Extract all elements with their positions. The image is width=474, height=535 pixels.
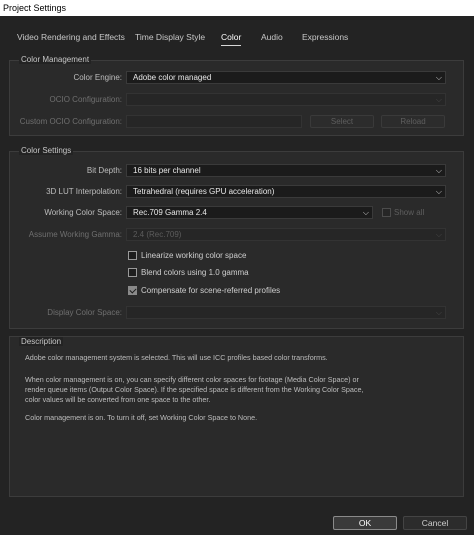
window-title: Project Settings (0, 0, 474, 16)
tab-expressions[interactable]: Expressions (302, 32, 348, 42)
select-button[interactable]: Select (310, 115, 374, 128)
chevron-down-icon: ⌵ (362, 208, 369, 217)
compensate-checkbox[interactable] (128, 286, 137, 295)
active-tab-indicator (221, 45, 241, 46)
color-engine-value: Adobe color managed (133, 73, 212, 82)
reload-button[interactable]: Reload (381, 115, 445, 128)
blend-gamma-checkbox[interactable] (128, 268, 137, 277)
description-line-1: Adobe color management system is selecte… (25, 353, 328, 362)
lut-interpolation-label: 3D LUT Interpolation: (46, 187, 122, 196)
color-management-title: Color Management (19, 55, 92, 64)
blend-gamma-label: Blend colors using 1.0 gamma (141, 268, 249, 277)
bit-depth-label: Bit Depth: (86, 166, 122, 175)
lut-interpolation-select[interactable]: Tetrahedral (requires GPU acceleration) … (126, 185, 446, 198)
display-color-space-select[interactable]: ⌵ (126, 306, 446, 319)
color-engine-label: Color Engine: (73, 73, 122, 82)
tab-color[interactable]: Color (221, 32, 241, 42)
tab-time-display-style[interactable]: Time Display Style (135, 32, 205, 42)
description-line-3: render queue items (Output Color Space).… (25, 385, 364, 394)
description-line-4: color values will be converted from one … (25, 395, 211, 404)
show-all-checkbox[interactable] (382, 208, 391, 217)
bit-depth-select[interactable]: 16 bits per channel ⌵ (126, 164, 446, 177)
assume-working-gamma-value: 2.4 (Rec.709) (133, 230, 182, 239)
color-engine-select[interactable]: Adobe color managed ⌵ (126, 71, 446, 84)
custom-ocio-label: Custom OCIO Configuration: (19, 117, 122, 126)
tab-video-rendering[interactable]: Video Rendering and Effects (17, 32, 125, 42)
show-all-label: Show all (394, 208, 425, 217)
chevron-down-icon: ⌵ (435, 166, 442, 175)
description-line-2: When color management is on, you can spe… (25, 375, 359, 384)
ok-button[interactable]: OK (333, 516, 397, 530)
custom-ocio-field[interactable] (126, 115, 302, 128)
working-color-space-value: Rec.709 Gamma 2.4 (133, 208, 207, 217)
display-color-space-label: Display Color Space: (47, 308, 122, 317)
tab-bar: Video Rendering and Effects Time Display… (0, 32, 474, 46)
lut-interpolation-value: Tetrahedral (requires GPU acceleration) (133, 187, 275, 196)
working-color-space-label: Working Color Space: (44, 208, 122, 217)
linearize-label: Linearize working color space (141, 251, 247, 260)
bit-depth-value: 16 bits per channel (133, 166, 201, 175)
cancel-button[interactable]: Cancel (403, 516, 467, 530)
description-title: Description (19, 337, 64, 346)
chevron-down-icon: ⌵ (435, 73, 442, 82)
ocio-configuration-select[interactable]: ⌵ (126, 93, 446, 106)
ocio-configuration-label: OCIO Configuration: (49, 95, 122, 104)
tab-audio[interactable]: Audio (261, 32, 283, 42)
description-line-5: Color management is on. To turn it off, … (25, 413, 258, 422)
linearize-checkbox[interactable] (128, 251, 137, 260)
chevron-down-icon: ⌵ (435, 308, 442, 317)
assume-working-gamma-select[interactable]: 2.4 (Rec.709) ⌵ (126, 228, 446, 241)
chevron-down-icon: ⌵ (435, 95, 442, 104)
color-settings-title: Color Settings (19, 146, 74, 155)
chevron-down-icon: ⌵ (435, 187, 442, 196)
compensate-label: Compensate for scene-referred profiles (141, 286, 281, 295)
working-color-space-select[interactable]: Rec.709 Gamma 2.4 ⌵ (126, 206, 373, 219)
chevron-down-icon: ⌵ (435, 230, 442, 239)
assume-working-gamma-label: Assume Working Gamma: (28, 230, 122, 239)
